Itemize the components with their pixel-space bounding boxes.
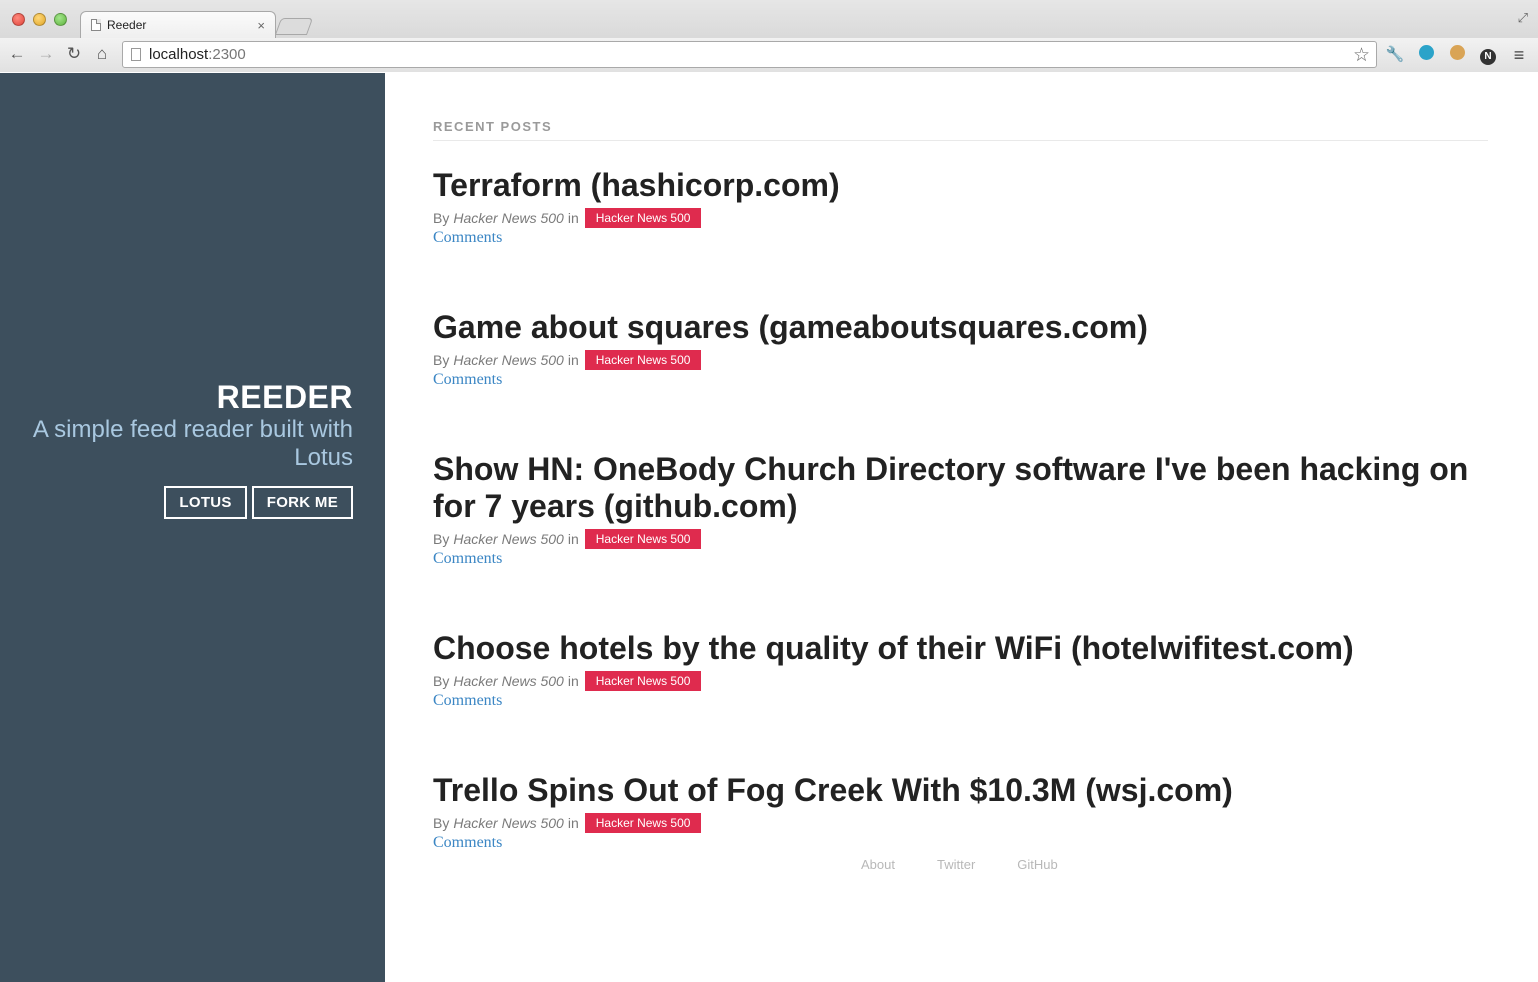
close-icon[interactable]: × bbox=[257, 18, 265, 33]
cookie-icon[interactable] bbox=[1447, 45, 1467, 65]
page-icon bbox=[131, 48, 141, 61]
extension-icon[interactable] bbox=[1416, 45, 1436, 65]
comments-link[interactable]: Comments bbox=[433, 371, 502, 389]
close-window-button[interactable] bbox=[12, 13, 25, 26]
meta-in: in bbox=[567, 815, 579, 831]
lotus-button[interactable]: LOTUS bbox=[164, 486, 247, 519]
browser-tab[interactable]: Reeder × bbox=[80, 11, 276, 38]
post-author: Hacker News 500 bbox=[453, 210, 564, 226]
star-icon[interactable]: ☆ bbox=[1353, 44, 1370, 67]
meta-by: By bbox=[433, 673, 450, 689]
main-content: RECENT POSTS Terraform (hashicorp.com) B… bbox=[433, 73, 1488, 852]
window-controls bbox=[12, 13, 67, 26]
feed-badge[interactable]: Hacker News 500 bbox=[584, 813, 702, 833]
n-icon[interactable]: N bbox=[1478, 45, 1498, 65]
post-title[interactable]: Choose hotels by the quality of their Wi… bbox=[433, 630, 1488, 667]
forward-icon[interactable]: → bbox=[35, 43, 57, 65]
feed-badge[interactable]: Hacker News 500 bbox=[584, 529, 702, 549]
post-title[interactable]: Game about squares (gameaboutsquares.com… bbox=[433, 309, 1488, 346]
site-title[interactable]: REEDER bbox=[23, 379, 353, 415]
brand: REEDER A simple feed reader built with L… bbox=[23, 379, 353, 519]
browser-chrome: Reeder × ⤢ ← → ↻ ⌂ localhost:2300 ☆ 🔧 N … bbox=[0, 0, 1538, 72]
post: Choose hotels by the quality of their Wi… bbox=[433, 630, 1488, 710]
comments-link[interactable]: Comments bbox=[433, 550, 502, 568]
home-icon[interactable]: ⌂ bbox=[91, 43, 113, 65]
feed-badge[interactable]: Hacker News 500 bbox=[584, 208, 702, 228]
new-tab-button[interactable] bbox=[274, 18, 314, 35]
fullscreen-icon[interactable]: ⤢ bbox=[1518, 10, 1528, 26]
meta-by: By bbox=[433, 210, 450, 226]
url-text[interactable]: localhost:2300 bbox=[149, 46, 246, 63]
comments-link[interactable]: Comments bbox=[433, 834, 502, 852]
meta-by: By bbox=[433, 815, 450, 831]
post: Game about squares (gameaboutsquares.com… bbox=[433, 309, 1488, 389]
post-author: Hacker News 500 bbox=[453, 673, 564, 689]
reload-icon[interactable]: ↻ bbox=[63, 43, 85, 65]
site-tagline: A simple feed reader built with Lotus bbox=[32, 416, 353, 471]
meta-by: By bbox=[433, 531, 450, 547]
page-icon bbox=[91, 19, 101, 31]
feed-badge[interactable]: Hacker News 500 bbox=[584, 671, 702, 691]
browser-toolbar: ← → ↻ ⌂ localhost:2300 ☆ 🔧 N ≡ bbox=[0, 38, 1538, 72]
post-author: Hacker News 500 bbox=[453, 815, 564, 831]
post-author: Hacker News 500 bbox=[453, 352, 564, 368]
post-meta: By Hacker News 500 in Hacker News 500 bbox=[433, 671, 1488, 691]
meta-by: By bbox=[433, 352, 450, 368]
tab-title: Reeder bbox=[107, 18, 147, 32]
footer-link-twitter[interactable]: Twitter bbox=[937, 857, 975, 872]
post-author: Hacker News 500 bbox=[453, 531, 564, 547]
meta-in: in bbox=[567, 531, 579, 547]
wrench-icon[interactable]: 🔧 bbox=[1385, 45, 1405, 65]
footer-link-github[interactable]: GitHub bbox=[1017, 857, 1057, 872]
sidebar-buttons: LOTUS FORK ME bbox=[23, 486, 353, 519]
post-title[interactable]: Terraform (hashicorp.com) bbox=[433, 167, 1488, 204]
post: Trello Spins Out of Fog Creek With $10.3… bbox=[433, 772, 1488, 852]
meta-in: in bbox=[567, 210, 579, 226]
post: Show HN: OneBody Church Directory softwa… bbox=[433, 451, 1488, 568]
post-meta: By Hacker News 500 in Hacker News 500 bbox=[433, 208, 1488, 228]
feed-badge[interactable]: Hacker News 500 bbox=[584, 350, 702, 370]
meta-in: in bbox=[567, 673, 579, 689]
sidebar: REEDER A simple feed reader built with L… bbox=[0, 73, 385, 982]
address-bar[interactable]: localhost:2300 ☆ bbox=[122, 41, 1377, 68]
post-meta: By Hacker News 500 in Hacker News 500 bbox=[433, 350, 1488, 370]
footer-link-about[interactable]: About bbox=[861, 857, 895, 872]
post: Terraform (hashicorp.com) By Hacker News… bbox=[433, 167, 1488, 247]
meta-in: in bbox=[567, 352, 579, 368]
comments-link[interactable]: Comments bbox=[433, 229, 502, 247]
minimize-window-button[interactable] bbox=[33, 13, 46, 26]
footer: About Twitter GitHub bbox=[861, 857, 1058, 872]
fork-me-button[interactable]: FORK ME bbox=[251, 486, 353, 519]
post-meta: By Hacker News 500 in Hacker News 500 bbox=[433, 529, 1488, 549]
post-meta: By Hacker News 500 in Hacker News 500 bbox=[433, 813, 1488, 833]
post-title[interactable]: Trello Spins Out of Fog Creek With $10.3… bbox=[433, 772, 1488, 809]
post-title[interactable]: Show HN: OneBody Church Directory softwa… bbox=[433, 451, 1488, 525]
zoom-window-button[interactable] bbox=[54, 13, 67, 26]
back-icon[interactable]: ← bbox=[6, 43, 28, 65]
section-title: RECENT POSTS bbox=[433, 119, 1488, 141]
comments-link[interactable]: Comments bbox=[433, 692, 502, 710]
menu-icon[interactable]: ≡ bbox=[1509, 45, 1529, 65]
